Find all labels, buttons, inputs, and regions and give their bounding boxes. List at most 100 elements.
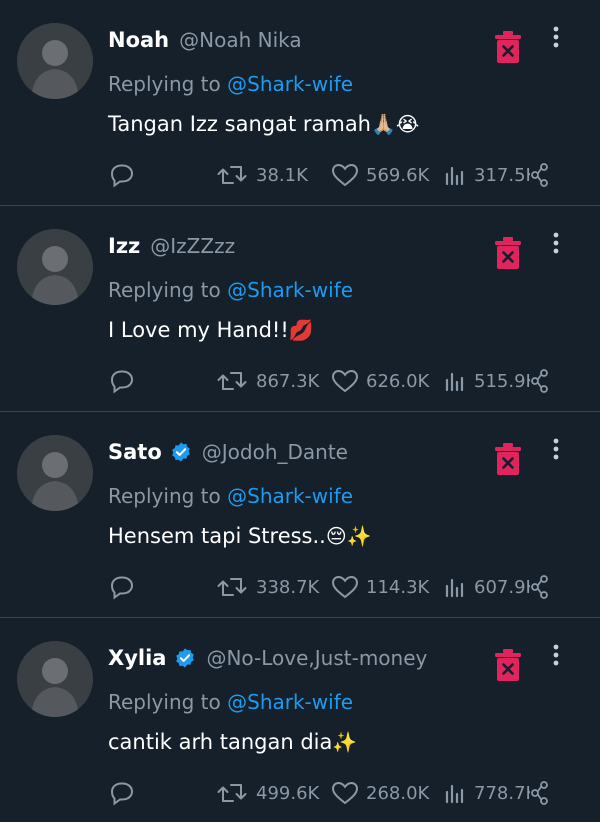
like-count: 626.0K [366, 370, 430, 392]
reply-icon [110, 782, 134, 806]
heart-icon [331, 781, 359, 805]
tweet-text-body: Hensem tapi Stress.. [108, 524, 326, 548]
avatar-photo-icon [17, 229, 93, 305]
like-button[interactable]: 114.3K [330, 574, 429, 600]
view-count: 515.9K [474, 370, 538, 392]
like-count: 268.0K [366, 782, 430, 804]
views-button[interactable]: 515.9K [442, 368, 537, 394]
more-options-icon[interactable] [550, 232, 562, 256]
retweet-button[interactable]: 38.1K [214, 162, 308, 188]
views-chart-icon [445, 578, 464, 598]
display-name[interactable]: Sato [108, 440, 162, 464]
views-chart-icon [445, 166, 464, 186]
tweet-text-body: cantik arh tangan dia [108, 730, 333, 754]
reply-mention-link[interactable]: @Shark-wife [227, 690, 353, 714]
retweet-icon [217, 578, 247, 596]
avatar[interactable] [17, 229, 93, 305]
avatar-photo-icon [17, 435, 93, 511]
like-button[interactable]: 626.0K [330, 368, 429, 394]
tweet-header: Xylia @No-Love,Just-money [108, 646, 427, 670]
reply-button[interactable] [108, 574, 136, 600]
retweet-button[interactable]: 338.7K [214, 574, 319, 600]
reply-tweet-2[interactable]: Izz @IzZZzz Replying to @Shark-wife I Lo… [0, 206, 600, 412]
replying-to-line: Replying to @Shark-wife [108, 278, 353, 302]
reply-feed: Noah @Noah Nika Replying to @Shark-wife … [0, 0, 600, 822]
tweet-text: Hensem tapi Stress..😔✨ [108, 524, 372, 548]
avatar[interactable] [17, 23, 93, 99]
heart-icon [331, 369, 359, 393]
tweet-text-body: I Love my Hand!! [108, 318, 289, 342]
retweet-icon [217, 166, 247, 184]
retweet-icon [217, 372, 247, 390]
user-handle[interactable]: @Jodoh_Dante [202, 440, 348, 464]
retweet-button[interactable]: 499.6K [214, 780, 319, 806]
user-handle[interactable]: @IzZZzz [150, 234, 235, 258]
views-chart-icon [445, 372, 464, 392]
tweet-header: Sato @Jodoh_Dante [108, 440, 348, 464]
heart-icon [331, 163, 359, 187]
reply-mention-link[interactable]: @Shark-wife [227, 278, 353, 302]
views-button[interactable]: 607.9K [442, 574, 537, 600]
more-options-icon[interactable] [550, 644, 562, 668]
avatar[interactable] [17, 435, 93, 511]
delete-trash-icon[interactable] [494, 442, 522, 476]
reply-tweet-3[interactable]: Sato @Jodoh_Dante Replying to @Shark-wif… [0, 412, 600, 618]
view-count: 778.7K [474, 782, 538, 804]
display-name[interactable]: Izz [108, 234, 140, 258]
avatar-photo-icon [17, 23, 93, 99]
delete-trash-icon[interactable] [494, 30, 522, 64]
replying-label: Replying to [108, 72, 221, 96]
retweet-icon [217, 784, 247, 802]
tweet-emoji: ✨ [332, 730, 358, 754]
reply-button[interactable] [108, 368, 136, 394]
replying-to-line: Replying to @Shark-wife [108, 484, 353, 508]
delete-trash-icon[interactable] [494, 236, 522, 270]
reply-tweet-1[interactable]: Noah @Noah Nika Replying to @Shark-wife … [0, 0, 600, 206]
avatar-photo-icon [17, 641, 93, 717]
tweet-text: Tangan Izz sangat ramah🙏🏼😭 [108, 112, 419, 136]
like-button[interactable]: 268.0K [330, 780, 429, 806]
tweet-text: I Love my Hand!!💋 [108, 318, 314, 342]
views-button[interactable]: 317.5K [442, 162, 537, 188]
view-count: 607.9K [474, 576, 538, 598]
avatar[interactable] [17, 641, 93, 717]
share-button[interactable] [530, 575, 550, 599]
retweet-count: 38.1K [256, 164, 308, 186]
display-name[interactable]: Xylia [108, 646, 166, 670]
replying-label: Replying to [108, 484, 221, 508]
reply-button[interactable] [108, 780, 136, 806]
reply-mention-link[interactable]: @Shark-wife [227, 484, 353, 508]
retweet-button[interactable]: 867.3K [214, 368, 319, 394]
tweet-emoji: 🙏🏼😭 [371, 112, 420, 136]
reply-button[interactable] [108, 162, 136, 188]
share-button[interactable] [530, 781, 550, 805]
share-button[interactable] [530, 369, 550, 393]
display-name[interactable]: Noah [108, 28, 169, 52]
like-count: 569.6K [366, 164, 430, 186]
more-options-icon[interactable] [550, 26, 562, 50]
retweet-count: 338.7K [256, 576, 320, 598]
like-button[interactable]: 569.6K [330, 162, 429, 188]
share-icon [531, 163, 548, 187]
views-button[interactable]: 778.7K [442, 780, 537, 806]
share-icon [531, 575, 548, 599]
user-handle[interactable]: @Noah Nika [179, 28, 302, 52]
reply-mention-link[interactable]: @Shark-wife [227, 72, 353, 96]
user-handle[interactable]: @No-Love,Just-money [206, 646, 427, 670]
views-chart-icon [445, 784, 464, 804]
replying-to-line: Replying to @Shark-wife [108, 72, 353, 96]
tweet-text-body: Tangan Izz sangat ramah [108, 112, 371, 136]
reply-tweet-4[interactable]: Xylia @No-Love,Just-money Replying to @S… [0, 618, 600, 822]
more-options-icon[interactable] [550, 438, 562, 462]
reply-icon [110, 370, 134, 394]
share-button[interactable] [530, 163, 550, 187]
retweet-count: 867.3K [256, 370, 320, 392]
tweet-text: cantik arh tangan dia✨ [108, 730, 357, 754]
heart-icon [331, 575, 359, 599]
replying-label: Replying to [108, 278, 221, 302]
delete-trash-icon[interactable] [494, 648, 522, 682]
verified-badge-icon [176, 648, 195, 668]
action-bar: 867.3K 626.0K 515.9K [108, 368, 553, 394]
like-count: 114.3K [366, 576, 430, 598]
verified-badge-icon [171, 442, 190, 462]
